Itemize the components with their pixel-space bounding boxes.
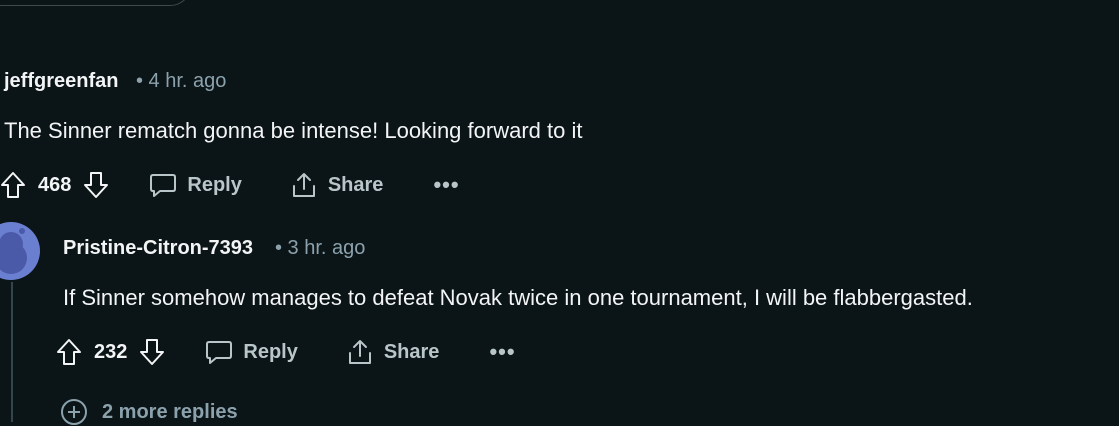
reply-actions: 232 Reply Share ••• xyxy=(56,332,516,372)
reply-author[interactable]: Pristine-Citron-7393 xyxy=(63,237,253,260)
plus-circle-icon xyxy=(60,398,88,426)
comment-author[interactable]: jeffgreenfan xyxy=(4,70,118,93)
chat-bubble-icon xyxy=(149,172,177,198)
comment-reply-button[interactable]: Reply xyxy=(149,172,242,198)
comment-share-button[interactable]: Share xyxy=(290,171,384,199)
reply-more-options[interactable]: ••• xyxy=(489,339,515,365)
comment-actions: 468 Reply Share ••• xyxy=(0,165,460,205)
thread-line[interactable] xyxy=(11,282,13,422)
comment-reply-label: Reply xyxy=(187,173,242,196)
comment-timestamp[interactable]: • 4 hr. ago xyxy=(136,70,226,93)
top-pill-outline xyxy=(0,0,192,6)
downvote-icon[interactable] xyxy=(139,338,165,366)
comment-body: The Sinner rematch gonna be intense! Loo… xyxy=(4,118,583,143)
reply-body: If Sinner somehow manages to defeat Nova… xyxy=(63,285,973,310)
reply-share-label: Share xyxy=(383,340,440,363)
avatar[interactable] xyxy=(0,222,40,280)
reply-timestamp[interactable]: • 3 hr. ago xyxy=(275,237,365,260)
chat-bubble-icon xyxy=(205,339,233,365)
more-replies-label: 2 more replies xyxy=(102,400,238,423)
reply-reply-label: Reply xyxy=(243,340,298,363)
more-replies-button[interactable]: 2 more replies xyxy=(60,398,238,426)
upvote-icon[interactable] xyxy=(0,171,26,199)
reply-vote-group: 232 xyxy=(56,338,165,366)
comment-vote-group: 468 xyxy=(0,171,109,199)
share-icon xyxy=(290,171,318,199)
comment-share-label: Share xyxy=(327,173,384,196)
comment-vote-count: 468 xyxy=(38,173,72,196)
share-icon xyxy=(346,338,374,366)
reply-reply-button[interactable]: Reply xyxy=(205,339,298,365)
downvote-icon[interactable] xyxy=(83,171,109,199)
reply-vote-count: 232 xyxy=(94,340,128,363)
upvote-icon[interactable] xyxy=(56,338,82,366)
reply-share-button[interactable]: Share xyxy=(346,338,440,366)
comment-more-options[interactable]: ••• xyxy=(433,172,459,198)
